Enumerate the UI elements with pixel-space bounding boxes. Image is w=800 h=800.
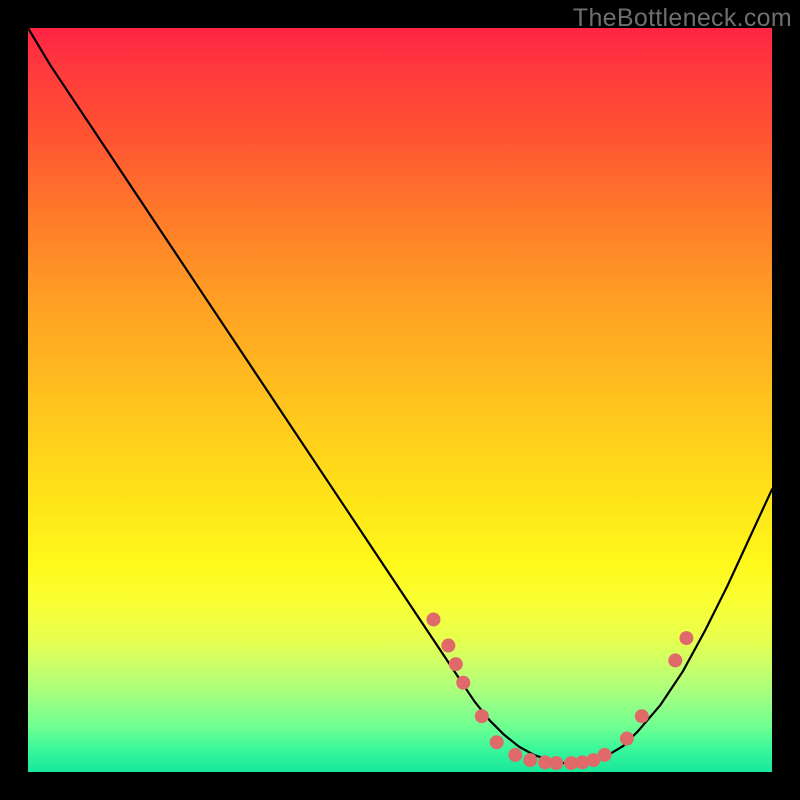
data-marker (668, 653, 682, 667)
chart-frame: TheBottleneck.com (0, 0, 800, 800)
chart-svg (28, 28, 772, 772)
data-marker (441, 639, 455, 653)
data-marker (426, 612, 440, 626)
data-marker (449, 657, 463, 671)
data-marker (635, 709, 649, 723)
data-marker (508, 748, 522, 762)
bottleneck-curve (28, 28, 772, 763)
data-marker (456, 676, 470, 690)
data-marker (679, 631, 693, 645)
data-marker (549, 756, 563, 770)
data-marker (620, 732, 634, 746)
watermark-text: TheBottleneck.com (573, 4, 792, 33)
data-marker (475, 709, 489, 723)
data-marker (523, 753, 537, 767)
data-marker (598, 748, 612, 762)
data-marker (490, 735, 504, 749)
plot-area (28, 28, 772, 772)
